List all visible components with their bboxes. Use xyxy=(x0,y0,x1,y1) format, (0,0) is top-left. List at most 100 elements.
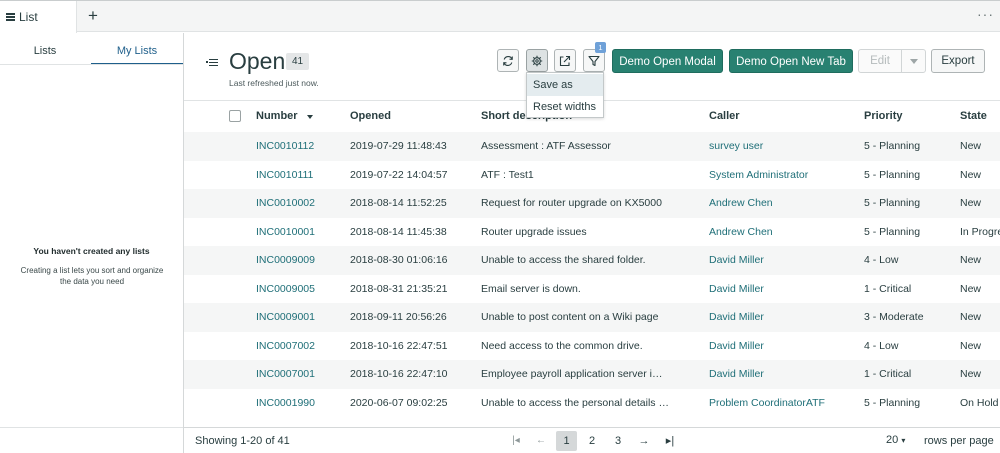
priority-cell: 4 - Low xyxy=(864,254,899,266)
divider xyxy=(0,427,183,428)
table-row[interactable]: INC0009005 2018-08-31 21:35:21 Email serve… xyxy=(184,275,1000,304)
menu-item-reset-widths[interactable]: Reset widths xyxy=(527,96,603,118)
incident-number-link[interactable]: INC0009001 xyxy=(256,311,315,323)
tab-my-lists[interactable]: My Lists xyxy=(91,41,183,65)
tab-label: List xyxy=(19,10,38,24)
state-cell: In Progre xyxy=(960,225,1000,238)
opened-cell: 2018-09-11 20:56:26 xyxy=(350,311,447,323)
column-header-priority[interactable]: Priority xyxy=(864,110,903,122)
caller-link[interactable]: David Miller xyxy=(709,368,764,380)
state-cell: New xyxy=(960,197,982,209)
table-row[interactable]: INC0007001 2018-10-16 22:47:10 Employee pa… xyxy=(184,360,1000,389)
gear-icon xyxy=(531,55,543,66)
filter-count-badge: 1 xyxy=(595,42,606,53)
opened-cell: 2019-07-22 14:04:57 xyxy=(350,168,448,181)
export-button[interactable]: Export xyxy=(931,49,985,73)
edit-dropdown-button[interactable] xyxy=(902,50,926,72)
table-row[interactable]: INC0009009 2018-08-30 01:06:16 Unable to a… xyxy=(184,246,1000,275)
more-icon[interactable]: ··· xyxy=(977,7,994,21)
table-row[interactable]: INC0010111 2019-07-22 14:04:57 ATF : Test1… xyxy=(184,161,1000,190)
state-cell: New xyxy=(960,339,982,352)
incident-number-link[interactable]: INC0001990 xyxy=(256,397,315,409)
opened-cell: 2018-08-31 21:35:21 xyxy=(350,282,448,295)
table-row[interactable]: INC0010001 2018-08-14 11:45:38 Router upgr… xyxy=(184,218,1000,247)
demo-open-new-tab-button[interactable]: Demo Open New Tab xyxy=(729,49,853,73)
short-description-cell: Email server is down. xyxy=(481,282,581,295)
sort-desc-icon[interactable] xyxy=(307,115,313,119)
share-button[interactable] xyxy=(554,49,576,72)
incident-number-link[interactable]: INC0009009 xyxy=(256,254,315,266)
table-row[interactable]: INC0007002 2018-10-16 22:47:51 Need access… xyxy=(184,332,1000,361)
caller-link[interactable]: survey user xyxy=(709,140,763,152)
chevron-down-icon: ▾ xyxy=(901,436,906,445)
caller-link[interactable]: David Miller xyxy=(709,340,764,352)
incident-number-link[interactable]: INC0007001 xyxy=(256,368,315,380)
caller-link[interactable]: David Miller xyxy=(709,311,764,323)
settings-menu: Save as Reset widths xyxy=(526,72,604,118)
opened-cell: 2018-08-14 11:52:25 xyxy=(350,197,447,209)
caller-link[interactable]: David Miller xyxy=(709,283,764,295)
priority-cell: 1 - Critical xyxy=(864,368,912,380)
short-description-cell: Need access to the common drive. xyxy=(481,339,643,352)
column-header-opened[interactable]: Opened xyxy=(350,110,391,122)
short-description-cell: Router upgrade issues xyxy=(481,225,587,238)
state-cell: New xyxy=(960,368,982,380)
page-3[interactable]: 3 xyxy=(612,431,624,451)
tab-lists[interactable]: Lists xyxy=(0,41,90,65)
caller-link[interactable]: Problem CoordinatorATF xyxy=(709,397,825,409)
caller-link[interactable]: System Administrator xyxy=(709,169,808,181)
column-header-caller[interactable]: Caller xyxy=(709,110,740,122)
pagination-footer: Showing 1-20 of 41 |◂ ← 1 2 3 → ▸| 20 ▾ … xyxy=(184,427,1000,453)
state-cell: New xyxy=(960,282,982,295)
short-description-cell: Request for router upgrade on KX5000 xyxy=(481,197,662,209)
state-cell: New xyxy=(960,311,982,323)
incident-number-link[interactable]: INC0010002 xyxy=(256,197,315,209)
incident-number-link[interactable]: INC0010111 xyxy=(256,169,313,181)
edit-button[interactable]: Edit xyxy=(859,50,902,72)
add-tab-button[interactable]: + xyxy=(86,6,100,26)
tab-list[interactable]: List xyxy=(0,1,77,33)
priority-cell: 1 - Critical xyxy=(864,282,912,295)
incident-table: Number Opened Short description Caller P… xyxy=(184,100,1000,427)
caller-link[interactable]: Andrew Chen xyxy=(709,226,773,238)
state-cell: On Hold xyxy=(960,396,999,409)
collapse-sidebar-icon[interactable] xyxy=(206,58,218,67)
table-row[interactable]: INC0010112 2019-07-29 11:48:43 Assessment … xyxy=(184,132,1000,161)
count-badge: 41 xyxy=(286,53,309,70)
short-description-cell: ATF : Test1 xyxy=(481,168,534,181)
opened-cell: 2018-08-14 11:45:38 xyxy=(350,225,447,238)
divider xyxy=(0,64,183,65)
state-cell: New xyxy=(960,168,982,181)
menu-item-save-as[interactable]: Save as xyxy=(527,74,603,96)
page-2[interactable]: 2 xyxy=(586,431,598,451)
filter-icon xyxy=(588,55,600,66)
last-page-icon[interactable]: ▸| xyxy=(664,431,676,451)
priority-cell: 5 - Planning xyxy=(864,197,921,209)
incident-number-link[interactable]: INC0010112 xyxy=(256,140,314,152)
share-icon xyxy=(559,55,571,66)
prev-page-icon[interactable]: ← xyxy=(535,431,547,451)
page-1[interactable]: 1 xyxy=(556,431,577,451)
table-row[interactable]: INC0001990 2020-06-07 09:02:25 Unable to a… xyxy=(184,389,1000,418)
chevron-down-icon xyxy=(910,58,918,64)
table-row[interactable]: INC0010002 2018-08-14 11:52:25 Request for… xyxy=(184,189,1000,218)
incident-number-link[interactable]: INC0007002 xyxy=(256,340,315,352)
incident-number-link[interactable]: INC0009005 xyxy=(256,283,315,295)
opened-cell: 2019-07-29 11:48:43 xyxy=(350,140,447,152)
next-page-icon[interactable]: → xyxy=(638,431,650,451)
caller-link[interactable]: David Miller xyxy=(709,254,764,266)
caller-link[interactable]: Andrew Chen xyxy=(709,197,773,209)
refresh-button[interactable] xyxy=(497,49,519,72)
sidebar-tabs: Lists My Lists xyxy=(0,41,183,65)
first-page-icon[interactable]: |◂ xyxy=(510,431,522,451)
select-all-checkbox[interactable] xyxy=(229,110,241,122)
table-row[interactable]: INC0009001 2018-09-11 20:56:26 Unable to p… xyxy=(184,303,1000,332)
priority-cell: 5 - Planning xyxy=(864,140,921,152)
rows-per-page-select[interactable]: 20 ▾ xyxy=(886,434,905,446)
column-header-number[interactable]: Number xyxy=(256,110,298,122)
incident-number-link[interactable]: INC0010001 xyxy=(256,226,315,238)
settings-button[interactable] xyxy=(526,49,548,72)
demo-open-modal-button[interactable]: Demo Open Modal xyxy=(612,49,723,73)
short-description-cell: Unable to access the shared folder. xyxy=(481,254,646,266)
column-header-state[interactable]: State xyxy=(960,110,987,122)
